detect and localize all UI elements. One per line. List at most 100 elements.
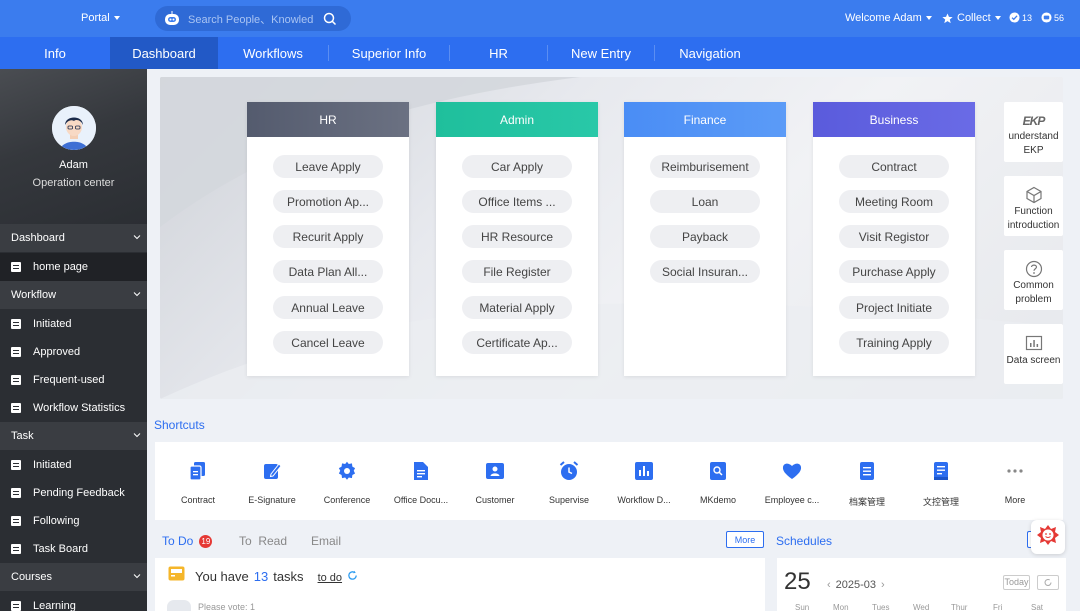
- payback-button[interactable]: Payback: [650, 225, 760, 248]
- hr-resource-button[interactable]: HR Resource: [462, 225, 572, 248]
- material-apply-button[interactable]: Material Apply: [462, 296, 572, 319]
- sidebar-item-home-page[interactable]: home page: [0, 253, 147, 281]
- function-introduction-link[interactable]: Function introduction: [1004, 176, 1063, 236]
- sidebar-item-learning[interactable]: Learning: [0, 592, 147, 611]
- more-button[interactable]: More: [726, 531, 764, 548]
- project-initiate-button[interactable]: Project Initiate: [839, 296, 949, 319]
- shortcut-label: More: [1004, 495, 1026, 505]
- training-apply-button[interactable]: Training Apply: [839, 331, 949, 354]
- tab-workflows[interactable]: Workflows: [218, 37, 328, 69]
- to-do-link[interactable]: to do: [318, 572, 342, 584]
- cancel-leave-button[interactable]: Cancel Leave: [273, 331, 383, 354]
- badge-count: 56: [1054, 12, 1065, 23]
- weekday-tues: Tues: [872, 603, 890, 611]
- shortcut-e-signature[interactable]: E-Signature: [235, 460, 309, 505]
- shortcut-employee-care[interactable]: Employee c...: [755, 460, 829, 505]
- weekday-sun: Sun: [795, 603, 810, 611]
- prev-month-icon[interactable]: ‹: [827, 579, 831, 591]
- sidebar-item-following[interactable]: Following: [0, 507, 147, 535]
- sidebar-group-workflow[interactable]: Workflow: [0, 281, 147, 309]
- sidebar-item-frequent-used[interactable]: Frequent-used: [0, 366, 147, 394]
- shortcut-contract[interactable]: Contract: [161, 460, 235, 505]
- todo-count-badge: 19: [199, 534, 213, 548]
- annual-leave-button[interactable]: Annual Leave: [273, 296, 383, 319]
- certificate-apply-button[interactable]: Certificate Ap...: [462, 331, 572, 354]
- sidebar-item-initiated[interactable]: Initiated: [0, 310, 147, 338]
- data-plan-button[interactable]: Data Plan All...: [273, 260, 383, 283]
- search-icon[interactable]: [323, 12, 337, 26]
- sidebar-item-task-board[interactable]: Task Board: [0, 535, 147, 563]
- meeting-room-button[interactable]: Meeting Room: [839, 190, 949, 213]
- contract-button[interactable]: Contract: [839, 155, 949, 178]
- next-month-icon[interactable]: ›: [881, 579, 885, 591]
- shortcuts-title: Shortcuts: [154, 418, 205, 432]
- file-register-button[interactable]: File Register: [462, 260, 572, 283]
- leave-apply-button[interactable]: Leave Apply: [273, 155, 383, 178]
- shortcut-workflow-data[interactable]: Workflow D...: [607, 460, 681, 505]
- sidebar-group-courses[interactable]: Courses: [0, 563, 147, 591]
- archive-icon: [860, 462, 874, 480]
- sidebar-item-workflow-statistics[interactable]: Workflow Statistics: [0, 394, 147, 422]
- sidebar-item-label: home page: [33, 261, 89, 273]
- data-screen-link[interactable]: Data screen: [1004, 324, 1063, 384]
- purchase-apply-button[interactable]: Purchase Apply: [839, 260, 949, 283]
- shortcut-conference[interactable]: Conference: [310, 460, 384, 505]
- refresh-button[interactable]: [1037, 575, 1059, 590]
- sidebar-item-task-initiated[interactable]: Initiated: [0, 451, 147, 479]
- loan-button[interactable]: Loan: [650, 190, 760, 213]
- search-box[interactable]: Search People、Knowled: [155, 6, 351, 31]
- user-role: Operation center: [32, 177, 115, 189]
- sidebar-item-approved[interactable]: Approved: [0, 338, 147, 366]
- tab-todo[interactable]: To Do 19: [162, 534, 213, 548]
- shortcut-more[interactable]: More: [978, 460, 1052, 505]
- contact-card-icon: [486, 463, 504, 479]
- sidebar-item-pending-feedback[interactable]: Pending Feedback: [0, 479, 147, 507]
- recruit-apply-button[interactable]: Recurit Apply: [273, 225, 383, 248]
- tab-superior-info[interactable]: Superior Info: [329, 37, 449, 69]
- reimbursement-button[interactable]: Reimburisement: [650, 155, 760, 178]
- tab-navigation[interactable]: Navigation: [655, 37, 765, 69]
- search-input[interactable]: Search People、Knowled: [188, 11, 313, 27]
- shortcut-label: Contract: [180, 495, 215, 505]
- visit-registor-button[interactable]: Visit Registor: [839, 225, 949, 248]
- avatar[interactable]: [52, 106, 96, 150]
- document-icon: [11, 488, 21, 498]
- chevron-down-icon: [133, 433, 141, 438]
- card-header: Business: [813, 102, 975, 137]
- tab-to-read[interactable]: To Read: [239, 534, 287, 548]
- sidebar-group-task[interactable]: Task: [0, 422, 147, 450]
- portal-menu[interactable]: Portal: [81, 12, 120, 24]
- office-items-button[interactable]: Office Items ...: [462, 190, 572, 213]
- promotion-apply-button[interactable]: Promotion Ap...: [273, 190, 383, 213]
- tab-dashboard[interactable]: Dashboard: [110, 37, 218, 69]
- user-avatar-icon: [52, 106, 96, 150]
- shortcut-mkdemo[interactable]: MKdemo: [681, 460, 755, 505]
- shortcut-doc-control[interactable]: 文控管理: [904, 460, 978, 508]
- tab-hr[interactable]: HR: [450, 37, 547, 69]
- shortcut-supervise[interactable]: Supervise: [532, 460, 606, 505]
- user-menu[interactable]: Welcome Adam: [845, 12, 932, 24]
- common-problem-link[interactable]: Common problem: [1004, 250, 1063, 310]
- file-icon: [414, 462, 428, 480]
- social-insurance-button[interactable]: Social Insuran...: [650, 260, 760, 283]
- sidebar-item-label: Approved: [33, 346, 81, 358]
- understand-ekp-link[interactable]: EKP understand EKP: [1004, 102, 1063, 162]
- shortcut-label: E-Signature: [248, 495, 296, 505]
- card-admin: Admin Car Apply Office Items ... HR Reso…: [436, 102, 598, 376]
- today-button[interactable]: Today: [1003, 575, 1030, 590]
- sidebar-group-dashboard[interactable]: Dashboard: [0, 224, 147, 252]
- collect-menu[interactable]: Collect: [942, 12, 1001, 24]
- shortcut-archive-management[interactable]: 档案管理: [830, 460, 904, 508]
- tab-new-entry[interactable]: New Entry: [548, 37, 654, 69]
- message-badge[interactable]: 56: [1041, 12, 1064, 23]
- refresh-icon[interactable]: [347, 570, 358, 581]
- assistant-float-button[interactable]: [1031, 520, 1065, 554]
- tab-email[interactable]: Email: [311, 534, 341, 548]
- pending-badge[interactable]: 13: [1009, 12, 1032, 23]
- shortcut-customer[interactable]: Customer: [458, 460, 532, 505]
- car-apply-button[interactable]: Car Apply: [462, 155, 572, 178]
- shortcut-label: 文控管理: [922, 497, 959, 507]
- tab-info[interactable]: Info: [0, 37, 110, 69]
- shortcut-label: Employee c...: [764, 495, 820, 505]
- shortcut-office-documents[interactable]: Office Docu...: [384, 460, 458, 505]
